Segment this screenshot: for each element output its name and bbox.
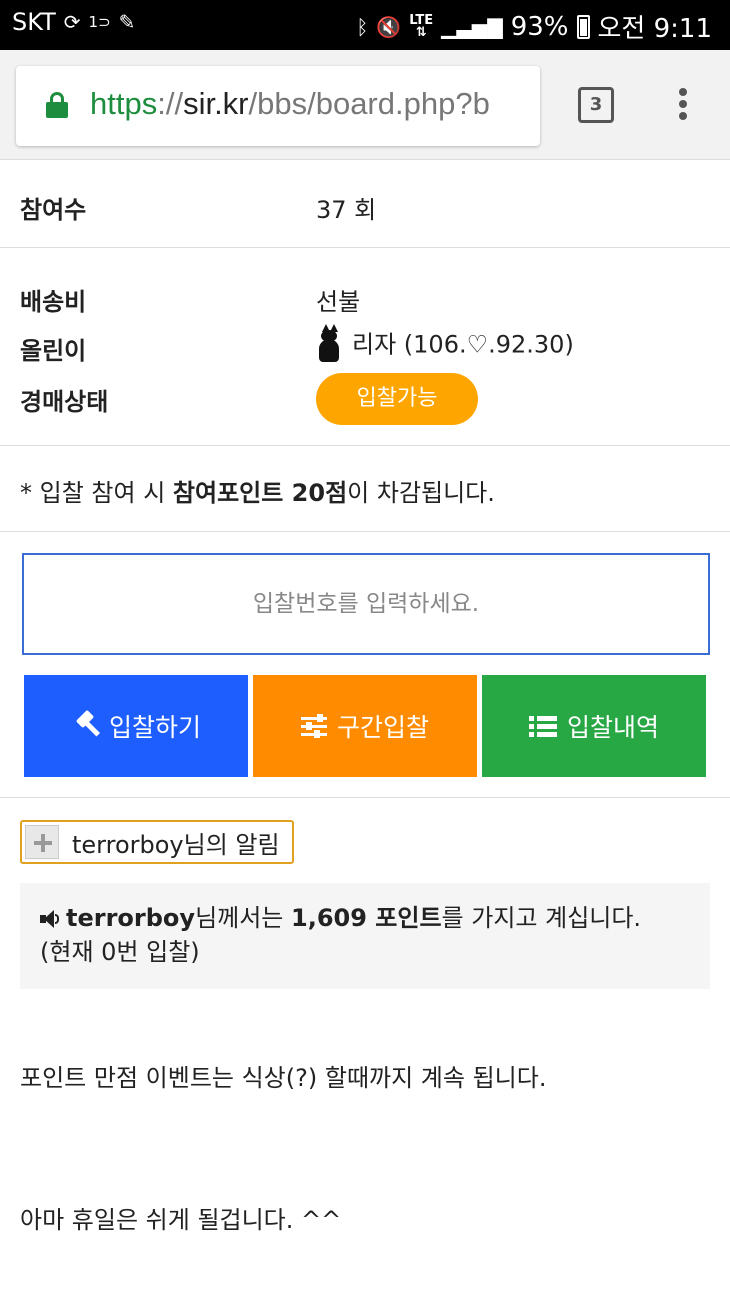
alert-user: terrorboy xyxy=(66,904,196,932)
pencil-icon: ✎ xyxy=(118,10,136,34)
divider xyxy=(0,531,730,532)
status-label: 경매상태 xyxy=(20,388,109,416)
shipping-label: 배송비 xyxy=(20,288,87,316)
range-bid-button[interactable]: 구간입찰 xyxy=(253,675,477,777)
uploader-label: 올린이 xyxy=(20,337,87,365)
uploader-info[interactable]: 리자 (106.♡.92.30) xyxy=(316,322,574,362)
speaker-icon xyxy=(40,910,60,928)
tab-switcher-button[interactable]: 3 xyxy=(578,87,614,123)
clock: 오전 9:11 xyxy=(597,14,713,44)
plus-icon xyxy=(25,825,59,859)
uploader-name[interactable]: 리자 (106.♡.92.30) xyxy=(352,331,574,359)
divider xyxy=(0,445,730,446)
alert-bid-count: (현재 0번 입찰) xyxy=(40,938,200,966)
alert-toggle-label: terrorboy님의 알림 xyxy=(72,830,280,859)
signal-icon: ▁▃▅▇ xyxy=(441,14,503,39)
status-badge: 입찰가능 xyxy=(316,373,478,425)
bid-number-input[interactable] xyxy=(22,553,710,655)
divider xyxy=(0,247,730,248)
sliders-icon xyxy=(300,714,327,738)
battery-percent: 93% xyxy=(510,11,569,42)
battery-icon xyxy=(576,14,590,39)
sync-icon: ⟳ xyxy=(63,10,81,34)
alert-toggle-button[interactable]: terrorboy님의 알림 xyxy=(20,820,294,864)
list-icon xyxy=(528,715,557,737)
alert-points: 1,609 포인트 xyxy=(291,904,442,932)
participants-label: 참여수 xyxy=(20,196,87,224)
overflow-menu-button[interactable] xyxy=(678,88,688,124)
gavel-icon xyxy=(71,709,100,740)
lock-icon xyxy=(46,92,68,118)
body-paragraph: 포인트 만점 이벤트는 식상(?) 할때까지 계속 됩니다. xyxy=(20,1064,547,1092)
lte-icon: LTE ⇅ xyxy=(409,12,434,40)
point-deduction-notice: * 입찰 참여 시 참여포인트 20점이 차감됩니다. xyxy=(20,479,495,507)
divider xyxy=(0,797,730,798)
mute-icon: 🔇 xyxy=(376,14,402,39)
address-bar[interactable]: https://sir.kr/bbs/board.php?b xyxy=(16,66,540,146)
cat-avatar-icon xyxy=(316,322,342,362)
network-tag-icon: 1⊃ xyxy=(88,12,111,31)
page-content: 참여수 37 회 배송비 선불 올린이 리자 (106.♡.92.30) 경매상… xyxy=(0,160,730,1298)
bluetooth-icon: ᛒ xyxy=(356,14,369,39)
bid-button[interactable]: 입찰하기 xyxy=(24,675,248,777)
url-text[interactable]: https://sir.kr/bbs/board.php?b xyxy=(90,86,490,122)
carrier-label: SKT xyxy=(12,8,56,36)
point-status-box: terrorboy님께서는 1,609 포인트를 가지고 계십니다. (현재 0… xyxy=(20,883,710,989)
bid-history-button[interactable]: 입찰내역 xyxy=(482,675,706,777)
status-bar: SKT ⟳ 1⊃ ✎ ᛒ 🔇 LTE ⇅ ▁▃▅▇ 93% 오전 9:11 xyxy=(0,0,730,50)
body-paragraph: 아마 휴일은 쉬게 될겁니다. ^^ xyxy=(20,1206,342,1234)
browser-toolbar: https://sir.kr/bbs/board.php?b 3 xyxy=(0,50,730,160)
shipping-value: 선불 xyxy=(316,288,361,316)
participants-value: 37 회 xyxy=(316,196,377,224)
